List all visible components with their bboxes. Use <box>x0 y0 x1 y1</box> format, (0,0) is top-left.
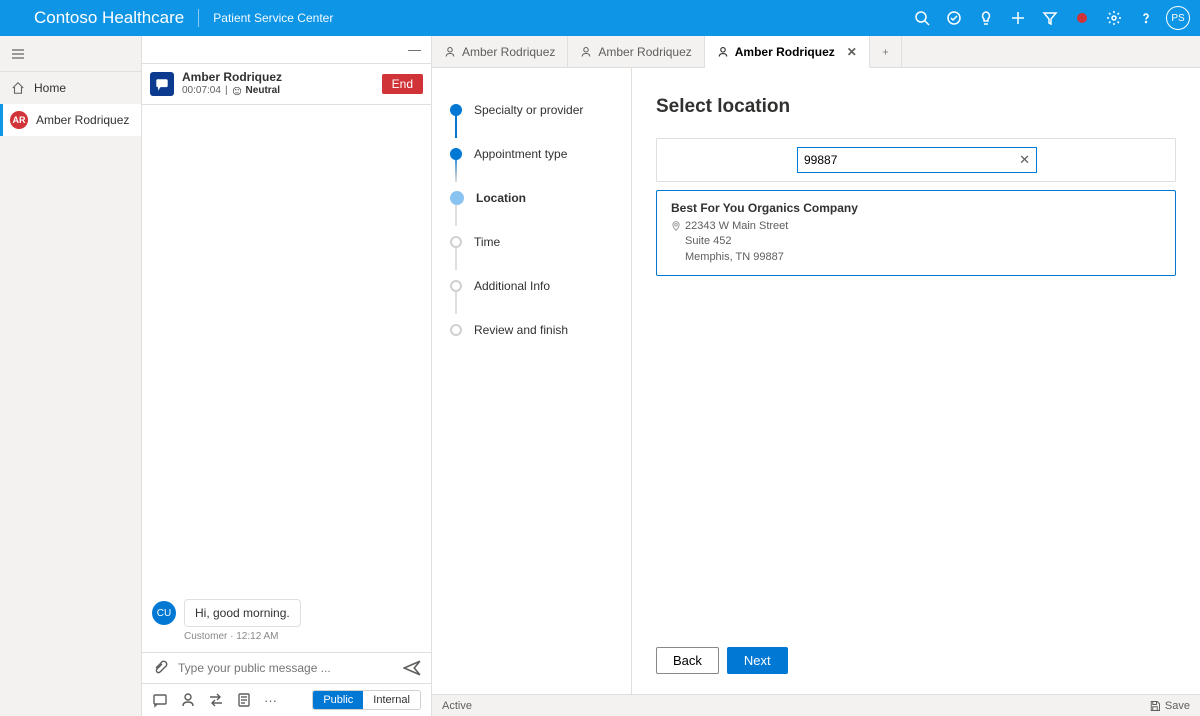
location-search[interactable]: ✕ <box>797 147 1037 173</box>
result-addr3: Memphis, TN 99887 <box>685 251 784 263</box>
chat-timer: 00:07:04 <box>182 85 221 98</box>
step-additional-info[interactable]: Additional Info <box>450 264 631 308</box>
topbar: Contoso Healthcare Patient Service Cente… <box>0 0 1200 36</box>
help-icon[interactable] <box>1130 0 1162 36</box>
send-icon[interactable] <box>403 659 421 677</box>
message-avatar: CU <box>152 601 176 625</box>
visibility-internal[interactable]: Internal <box>363 691 420 709</box>
tab-record-0[interactable]: Amber Rodriquez <box>432 36 568 67</box>
close-tab-icon[interactable]: ✕ <box>847 45 857 59</box>
tab-bar: Amber Rodriquez Amber Rodriquez Amber Ro… <box>432 36 1200 68</box>
quick-reply-icon[interactable] <box>152 692 168 708</box>
hamburger-icon[interactable] <box>0 36 141 72</box>
clear-search-icon[interactable]: ✕ <box>1019 152 1030 168</box>
add-icon[interactable] <box>1002 0 1034 36</box>
person-icon <box>444 46 456 58</box>
filter-icon[interactable] <box>1034 0 1066 36</box>
chat-panel: — Amber Rodriquez 00:07:04 | Neutral End… <box>142 36 432 716</box>
visibility-public[interactable]: Public <box>313 691 363 709</box>
home-icon <box>10 81 26 95</box>
person-icon <box>580 46 592 58</box>
result-addr1: 22343 W Main Street <box>685 220 788 232</box>
step-time[interactable]: Time <box>450 220 631 264</box>
wizard-steps: Specialty or provider Appointment type L… <box>432 68 632 694</box>
location-search-input[interactable] <box>804 153 1019 167</box>
message-meta: Customer · 12:12 AM <box>184 631 421 642</box>
nav-session[interactable]: AR Amber Rodriquez <box>0 104 141 136</box>
notes-icon[interactable] <box>236 692 252 708</box>
record-status: Active <box>442 700 472 712</box>
consult-icon[interactable] <box>180 692 196 708</box>
back-button[interactable]: Back <box>656 647 719 674</box>
step-appointment-type[interactable]: Appointment type <box>450 132 631 176</box>
chat-message: CU Hi, good morning. <box>152 599 421 627</box>
result-addr2: Suite 452 <box>685 235 731 247</box>
end-chat-button[interactable]: End <box>382 74 423 94</box>
lightbulb-icon[interactable] <box>970 0 1002 36</box>
transfer-icon[interactable] <box>208 692 224 708</box>
status-bar: Active Save <box>432 694 1200 716</box>
new-tab-button[interactable] <box>870 36 902 67</box>
step-specialty[interactable]: Specialty or provider <box>450 88 631 132</box>
location-panel: Select location ✕ Best For You Organics … <box>632 68 1200 694</box>
chat-top-toolbar: — <box>142 36 431 64</box>
tab-record-2[interactable]: Amber Rodriquez ✕ <box>705 36 870 68</box>
session-avatar: AR <box>10 111 28 129</box>
message-text: Hi, good morning. <box>184 599 301 627</box>
user-avatar[interactable]: PS <box>1166 6 1190 30</box>
chat-input-row <box>142 652 431 683</box>
chat-customer-name: Amber Rodriquez <box>182 70 374 85</box>
nav-home[interactable]: Home <box>0 72 141 104</box>
task-icon[interactable] <box>938 0 970 36</box>
app-brand: Contoso Healthcare <box>0 8 184 28</box>
sentiment-icon <box>232 86 242 96</box>
panel-heading: Select location <box>656 96 1176 118</box>
map-pin-icon <box>671 220 681 265</box>
tab-record-1[interactable]: Amber Rodriquez <box>568 36 704 67</box>
more-icon[interactable]: ··· <box>264 693 277 708</box>
step-review[interactable]: Review and finish <box>450 308 631 352</box>
minimize-icon[interactable]: — <box>408 42 421 57</box>
nav-home-label: Home <box>34 81 66 95</box>
result-name: Best For You Organics Company <box>671 201 1161 215</box>
attach-icon[interactable] <box>152 660 168 676</box>
nav-session-label: Amber Rodriquez <box>36 113 129 127</box>
chat-toolbar: ··· Public Internal <box>142 683 431 716</box>
chat-header: Amber Rodriquez 00:07:04 | Neutral End <box>142 64 431 105</box>
work-panel: Amber Rodriquez Amber Rodriquez Amber Ro… <box>432 36 1200 716</box>
person-icon <box>717 46 729 58</box>
nav-sidebar: Home AR Amber Rodriquez <box>0 36 142 716</box>
visibility-toggle[interactable]: Public Internal <box>312 690 421 710</box>
save-icon <box>1149 700 1161 712</box>
chat-sentiment: Neutral <box>246 85 280 98</box>
app-subtitle: Patient Service Center <box>213 11 333 25</box>
save-button[interactable]: Save <box>1149 700 1190 712</box>
search-icon[interactable] <box>906 0 938 36</box>
step-location[interactable]: Location <box>450 176 631 220</box>
next-button[interactable]: Next <box>727 647 788 674</box>
presence-icon[interactable] <box>1066 0 1098 36</box>
location-result[interactable]: Best For You Organics Company 22343 W Ma… <box>656 190 1176 276</box>
topbar-divider <box>198 9 199 27</box>
chat-text-input[interactable] <box>178 661 393 675</box>
chat-messages: CU Hi, good morning. Customer · 12:12 AM <box>142 105 431 653</box>
chat-channel-icon <box>150 72 174 96</box>
search-container: ✕ <box>656 138 1176 182</box>
settings-icon[interactable] <box>1098 0 1130 36</box>
